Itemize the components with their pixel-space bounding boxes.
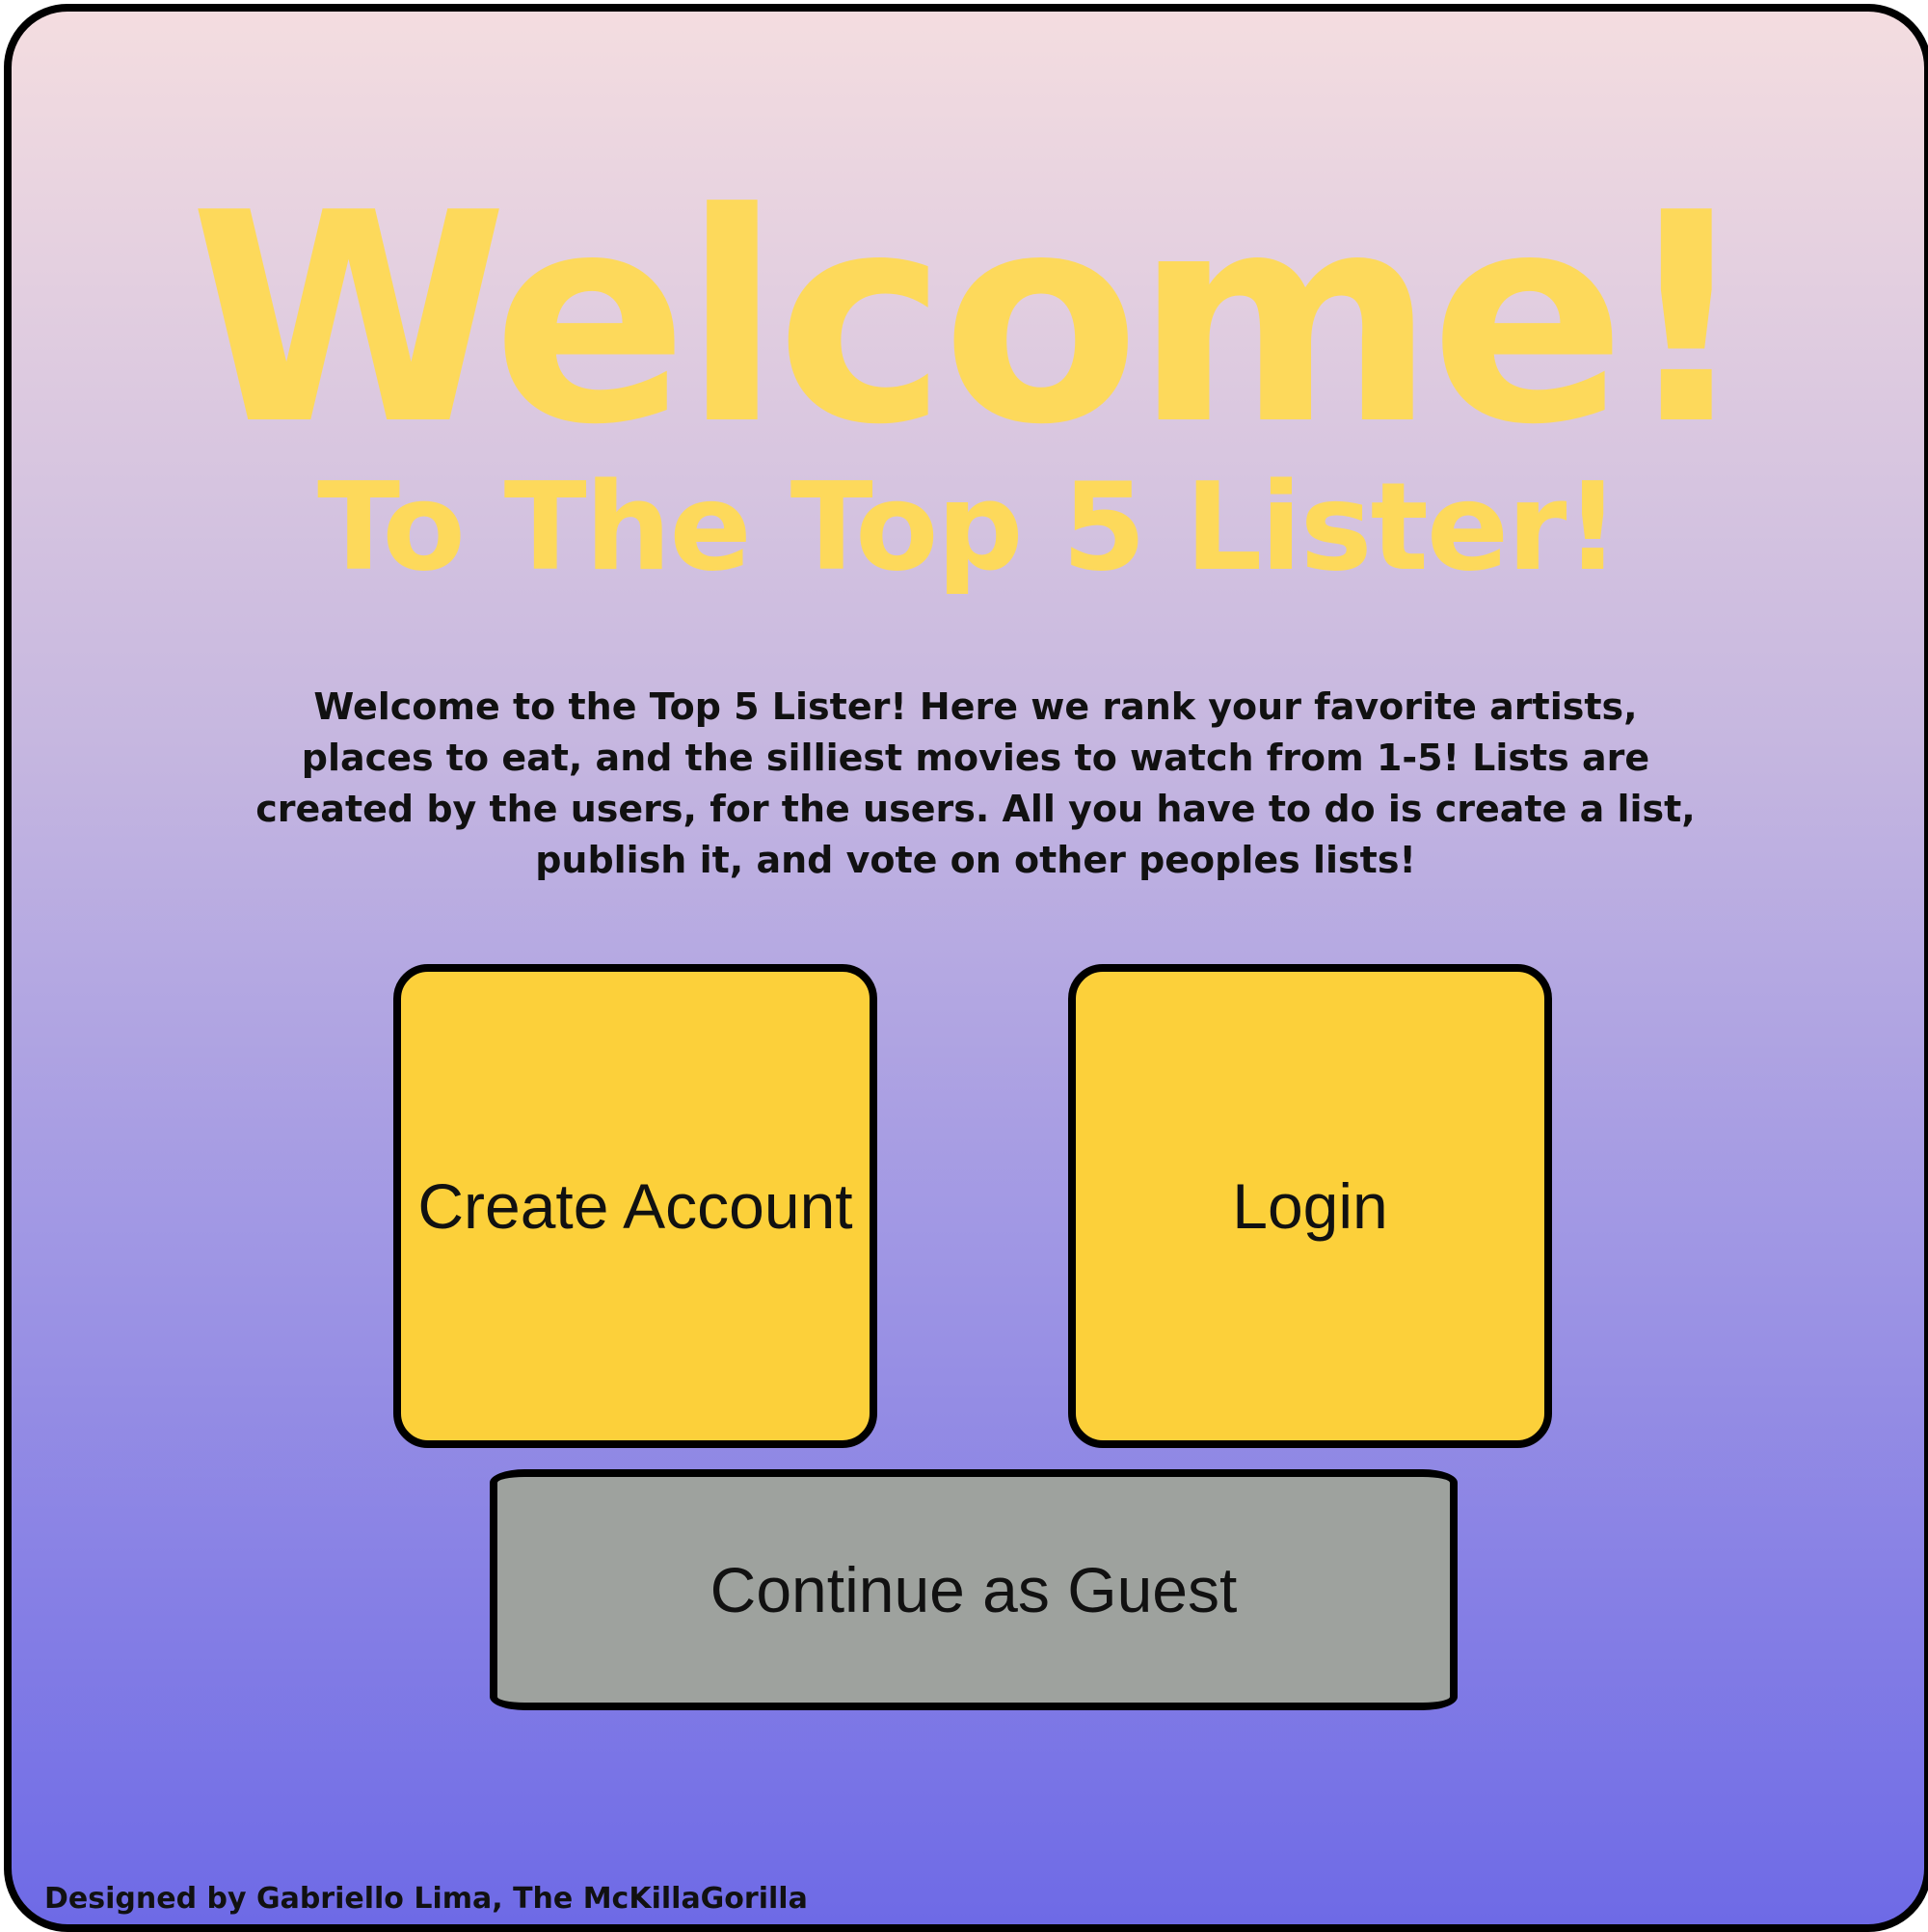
page-subtitle: To The Top 5 Lister!	[317, 456, 1620, 598]
continue-as-guest-label: Continue as Guest	[710, 1554, 1238, 1625]
designer-credit: Designed by Gabriello Lima, The McKillaG…	[44, 1882, 808, 1916]
login-label: Login	[1232, 1170, 1388, 1242]
login-button[interactable]: Login	[1068, 964, 1552, 1448]
splash-screen: Welcome! To The Top 5 Lister! Welcome to…	[4, 4, 1928, 1932]
welcome-description: Welcome to the Top 5 Lister! Here we ran…	[255, 685, 1696, 881]
create-account-label: Create Account	[417, 1170, 853, 1242]
continue-as-guest-button[interactable]: Continue as Guest	[490, 1469, 1458, 1710]
page-title: Welcome!	[189, 151, 1752, 488]
create-account-button[interactable]: Create Account	[393, 964, 877, 1448]
